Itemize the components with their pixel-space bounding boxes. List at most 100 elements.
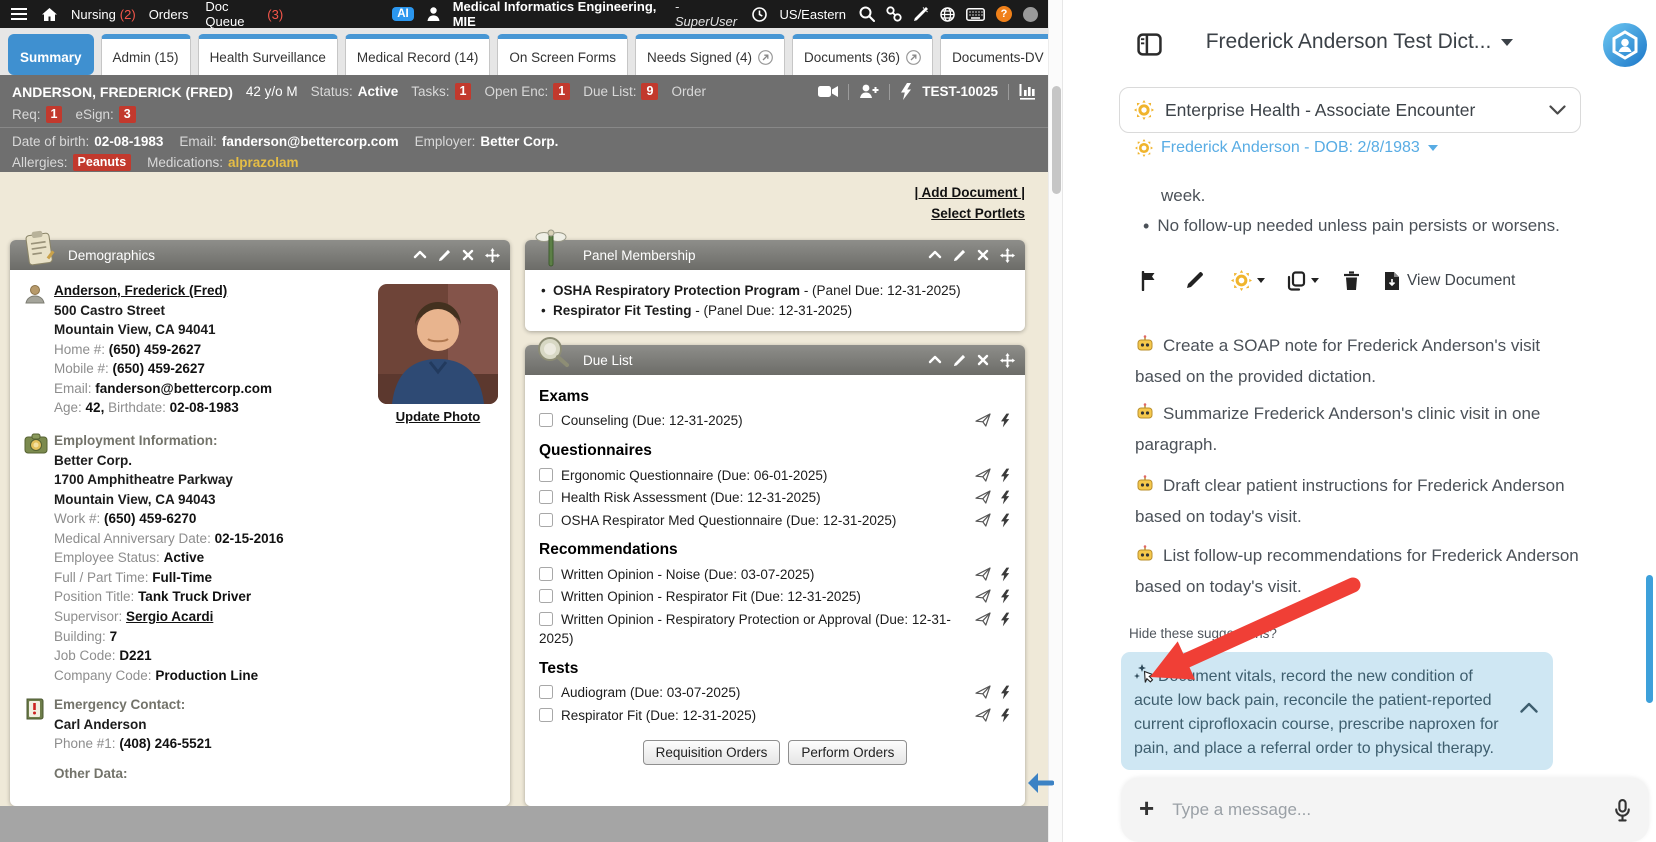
perform-bolt-icon[interactable] xyxy=(1001,490,1011,505)
move-icon[interactable] xyxy=(485,248,500,263)
trash-icon[interactable] xyxy=(1343,271,1360,291)
perform-bolt-icon[interactable] xyxy=(1001,612,1011,627)
send-plane-icon[interactable] xyxy=(975,567,991,582)
action-suggestion-card[interactable]: Document vitals, record the new conditio… xyxy=(1121,652,1553,770)
hide-suggestions-link[interactable]: Hide these suggestions? xyxy=(1129,626,1277,641)
conversation-title-dropdown[interactable]: Frederick Anderson Test Dict... xyxy=(1063,30,1656,54)
checkbox[interactable] xyxy=(539,413,553,427)
perform-bolt-icon[interactable] xyxy=(1001,708,1011,723)
tab-on-screen-forms[interactable]: On Screen Forms xyxy=(497,34,628,75)
link-icon[interactable] xyxy=(886,6,902,22)
send-plane-icon[interactable] xyxy=(975,513,991,528)
update-photo-link[interactable]: Update Photo xyxy=(396,408,481,427)
close-icon[interactable] xyxy=(462,249,474,261)
checkbox[interactable] xyxy=(539,513,553,527)
encounter-selector[interactable]: Enterprise Health - Associate Encounter xyxy=(1119,87,1581,133)
collapse-icon[interactable] xyxy=(928,248,942,262)
select-portlets-link[interactable]: Select Portlets xyxy=(914,203,1025,224)
perform-bolt-icon[interactable] xyxy=(1001,567,1011,582)
tab-documents[interactable]: Documents (36) xyxy=(792,34,933,75)
keyboard-icon[interactable] xyxy=(966,8,985,21)
main-scrollbar[interactable] xyxy=(1048,0,1062,842)
close-icon[interactable] xyxy=(977,354,989,366)
checkbox[interactable] xyxy=(539,589,553,603)
perform-orders-button[interactable]: Perform Orders xyxy=(788,740,907,765)
attach-plus-button[interactable]: + xyxy=(1139,795,1154,821)
checkbox[interactable] xyxy=(539,612,553,626)
collapse-panel-arrow-icon[interactable] xyxy=(1026,770,1054,801)
hamburger-menu-icon[interactable] xyxy=(10,7,28,21)
tab-medical-record[interactable]: Medical Record (14) xyxy=(345,34,491,75)
suggestion-follow-up[interactable]: List follow-up recommendations for Frede… xyxy=(1135,540,1583,602)
panel-scrollbar-thumb[interactable] xyxy=(1646,575,1653,703)
add-person-icon[interactable] xyxy=(859,84,879,99)
panel-membership-header[interactable]: Panel Membership xyxy=(525,240,1025,270)
message-input[interactable] xyxy=(1172,800,1596,820)
globe-icon[interactable] xyxy=(940,7,955,22)
patient-name-link[interactable]: Anderson, Frederick (Fred) xyxy=(54,283,227,298)
send-plane-icon[interactable] xyxy=(975,685,991,700)
send-plane-icon[interactable] xyxy=(975,413,991,428)
checkbox[interactable] xyxy=(539,567,553,581)
due-list-count-badge[interactable]: 9 xyxy=(641,83,658,100)
demographics-portlet-header[interactable]: Demographics xyxy=(10,240,510,270)
close-icon[interactable] xyxy=(977,249,989,261)
checkbox[interactable] xyxy=(539,685,553,699)
gear-dropdown-icon[interactable] xyxy=(1231,270,1265,291)
tab-admin[interactable]: Admin (15) xyxy=(101,34,191,75)
move-icon[interactable] xyxy=(1000,248,1015,263)
compose-pen-icon[interactable] xyxy=(913,6,929,22)
nav-nursing[interactable]: Nursing(2) xyxy=(71,7,136,22)
patient-context-dropdown[interactable]: Frederick Anderson - DOB: 2/8/1983 xyxy=(1135,139,1438,157)
help-icon[interactable]: ? xyxy=(996,6,1012,22)
perform-bolt-icon[interactable] xyxy=(1001,685,1011,700)
quick-action-bolt-icon[interactable] xyxy=(900,83,912,100)
chevron-up-icon[interactable] xyxy=(1520,702,1540,713)
requisition-orders-button[interactable]: Requisition Orders xyxy=(643,740,781,765)
search-icon[interactable] xyxy=(859,6,875,22)
send-plane-icon[interactable] xyxy=(975,490,991,505)
perform-bolt-icon[interactable] xyxy=(1001,589,1011,604)
checkbox[interactable] xyxy=(539,490,553,504)
supervisor-link[interactable]: Sergio Acardi xyxy=(126,609,213,624)
view-document-label[interactable]: View Document xyxy=(1407,272,1515,290)
tab-summary[interactable]: Summary xyxy=(8,34,94,75)
perform-bolt-icon[interactable] xyxy=(1001,468,1011,483)
send-plane-icon[interactable] xyxy=(975,708,991,723)
ai-badge[interactable]: AI xyxy=(392,7,414,21)
nav-orders[interactable]: Orders xyxy=(149,7,193,22)
medication-value[interactable]: alprazolam xyxy=(228,155,299,170)
collapse-icon[interactable] xyxy=(928,353,942,367)
edit-icon[interactable] xyxy=(1185,271,1204,290)
order-link[interactable]: Order xyxy=(671,84,706,99)
send-plane-icon[interactable] xyxy=(975,612,991,627)
edit-icon[interactable] xyxy=(438,249,451,262)
esign-count-badge[interactable]: 3 xyxy=(119,106,136,123)
collapse-icon[interactable] xyxy=(413,248,427,262)
tab-health-surveillance[interactable]: Health Surveillance xyxy=(198,34,338,75)
due-list-header[interactable]: Due List xyxy=(525,345,1025,375)
send-plane-icon[interactable] xyxy=(975,468,991,483)
main-scrollbar-thumb[interactable] xyxy=(1052,86,1061,194)
perform-bolt-icon[interactable] xyxy=(1001,513,1011,528)
view-document-icon[interactable] xyxy=(1384,271,1400,291)
station-id[interactable]: TEST-10025 xyxy=(922,84,998,99)
move-icon[interactable] xyxy=(1000,353,1015,368)
req-count-badge[interactable]: 1 xyxy=(46,106,63,123)
home-icon[interactable] xyxy=(41,7,58,22)
suggestion-summarize[interactable]: Summarize Frederick Anderson's clinic vi… xyxy=(1135,398,1583,460)
edit-icon[interactable] xyxy=(953,354,966,367)
flag-icon[interactable] xyxy=(1140,271,1158,291)
suggestion-instructions[interactable]: Draft clear patient instructions for Fre… xyxy=(1135,470,1583,532)
suggestion-soap-note[interactable]: Create a SOAP note for Frederick Anderso… xyxy=(1135,330,1583,392)
microphone-icon[interactable] xyxy=(1614,799,1631,822)
video-visit-icon[interactable] xyxy=(818,85,838,98)
nav-doc-queue[interactable]: Doc Queue(3) xyxy=(205,0,283,29)
tasks-count-badge[interactable]: 1 xyxy=(455,83,472,100)
copy-dropdown-icon[interactable] xyxy=(1287,271,1319,291)
add-document-link[interactable]: | Add Document | xyxy=(914,182,1025,203)
checkbox[interactable] xyxy=(539,468,553,482)
tab-needs-signed[interactable]: Needs Signed (4) xyxy=(635,34,785,75)
open-enc-count-badge[interactable]: 1 xyxy=(553,83,570,100)
checkbox[interactable] xyxy=(539,708,553,722)
